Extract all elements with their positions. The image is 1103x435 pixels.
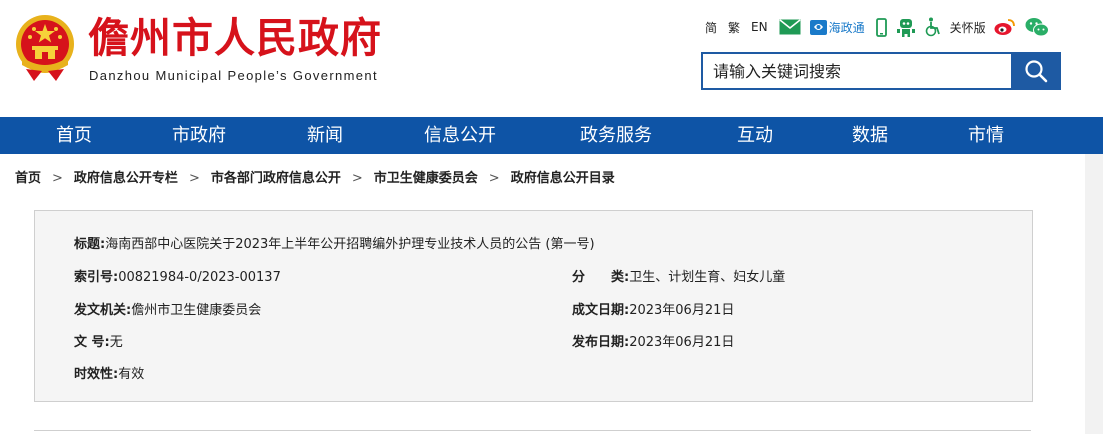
nav-item-government-services[interactable]: 政务服务: [580, 117, 652, 154]
info-published-value: 2023年06月21日: [629, 335, 735, 350]
care-mode-link[interactable]: 关怀版: [950, 19, 986, 36]
info-index-label: 索引号:: [74, 270, 119, 285]
info-docno-label: 文 号:: [74, 335, 110, 350]
nav-item-city-overview[interactable]: 市情: [968, 117, 1004, 154]
breadcrumb-separator: >: [52, 171, 63, 186]
breadcrumb-disclosure-catalog[interactable]: 政府信息公开目录: [511, 164, 615, 194]
header-toolbar: 简 繁 EN 海政通 关怀版: [705, 14, 1058, 40]
document-info-box: 标题:海南西部中心医院关于2023年上半年公开招聘编外护理专业技术人员的公告 (…: [34, 210, 1033, 402]
info-docno-row: 文 号:无: [74, 331, 123, 350]
info-issuer-label: 发文机关:: [74, 303, 132, 318]
breadcrumb-department-info[interactable]: 市各部门政府信息公开: [211, 164, 341, 194]
nav-item-information-disclosure[interactable]: 信息公开: [424, 117, 496, 154]
info-validity-label: 时效性:: [74, 367, 119, 382]
info-created-value: 2023年06月21日: [629, 303, 735, 318]
email-icon[interactable]: [779, 19, 801, 35]
search-bar: [701, 52, 1061, 90]
nav-item-interaction[interactable]: 互动: [737, 117, 773, 154]
info-created-row: 成文日期:2023年06月21日: [572, 299, 734, 318]
info-validity-value: 有效: [118, 367, 145, 382]
breadcrumb: 首页 > 政府信息公开专栏 > 市各部门政府信息公开 > 市卫生健康委员会 > …: [15, 164, 615, 194]
haizhengtong-link[interactable]: 海政通: [809, 19, 865, 36]
nav-item-news[interactable]: 新闻: [307, 117, 343, 154]
traditional-chinese-link[interactable]: 繁: [728, 19, 740, 36]
info-title-label: 标题:: [74, 237, 106, 252]
search-input[interactable]: [701, 52, 1011, 90]
page-scroll-strip: [1085, 154, 1103, 434]
accessibility-robot-icon[interactable]: [896, 17, 916, 37]
site-header: 儋州市人民政府 Danzhou Municipal People’s Gover…: [0, 0, 1103, 117]
search-icon: [1025, 60, 1048, 83]
info-issuer-row: 发文机关:儋州市卫生健康委员会: [74, 299, 261, 318]
info-title-value: 海南西部中心医院关于2023年上半年公开招聘编外护理专业技术人员的公告 (第一号…: [105, 237, 595, 252]
site-subtitle: Danzhou Municipal People’s Government: [89, 68, 378, 83]
simplified-chinese-link[interactable]: 简: [705, 19, 717, 36]
main-nav: 首页 市政府 新闻 信息公开 政务服务 互动 数据 市情: [0, 117, 1103, 154]
nav-item-city-government[interactable]: 市政府: [172, 117, 226, 154]
mobile-icon[interactable]: [875, 17, 887, 37]
info-index-row: 索引号:00821984-0/2023-00137: [74, 266, 281, 285]
wheelchair-icon[interactable]: [925, 17, 941, 37]
nav-item-home[interactable]: 首页: [56, 117, 92, 154]
content-box-top-edge: [34, 430, 1031, 435]
breadcrumb-separator: >: [488, 171, 500, 186]
site-title: 儋州市人民政府: [88, 14, 382, 62]
info-category-value: 卫生、计划生育、妇女儿童: [629, 270, 786, 285]
weibo-icon[interactable]: [994, 18, 1016, 36]
info-category-label: 分 类:: [572, 270, 630, 285]
national-emblem-icon: [16, 15, 74, 81]
info-validity-row: 时效性:有效: [74, 363, 144, 382]
info-title-row: 标题:海南西部中心医院关于2023年上半年公开招聘编外护理专业技术人员的公告 (…: [74, 233, 595, 252]
info-published-label: 发布日期:: [572, 335, 630, 350]
english-link[interactable]: EN: [751, 20, 768, 34]
search-button[interactable]: [1011, 52, 1061, 90]
nav-item-data[interactable]: 数据: [852, 117, 888, 154]
info-issuer-value: 儋州市卫生健康委员会: [131, 303, 262, 318]
info-docno-value: 无: [109, 335, 123, 350]
info-created-label: 成文日期:: [572, 303, 630, 318]
breadcrumb-home[interactable]: 首页: [15, 164, 41, 194]
breadcrumb-health-commission[interactable]: 市卫生健康委员会: [374, 164, 478, 194]
breadcrumb-separator: >: [188, 171, 200, 186]
info-index-value: 00821984-0/2023-00137: [118, 270, 281, 285]
info-published-row: 发布日期:2023年06月21日: [572, 331, 734, 350]
wechat-icon[interactable]: [1025, 17, 1049, 37]
breadcrumb-separator: >: [351, 171, 363, 186]
breadcrumb-gov-info-column[interactable]: 政府信息公开专栏: [74, 164, 178, 194]
haizhengtong-label: 海政通: [828, 20, 865, 35]
info-category-row: 分 类:卫生、计划生育、妇女儿童: [572, 266, 785, 285]
haizhengtong-icon: [809, 19, 827, 35]
